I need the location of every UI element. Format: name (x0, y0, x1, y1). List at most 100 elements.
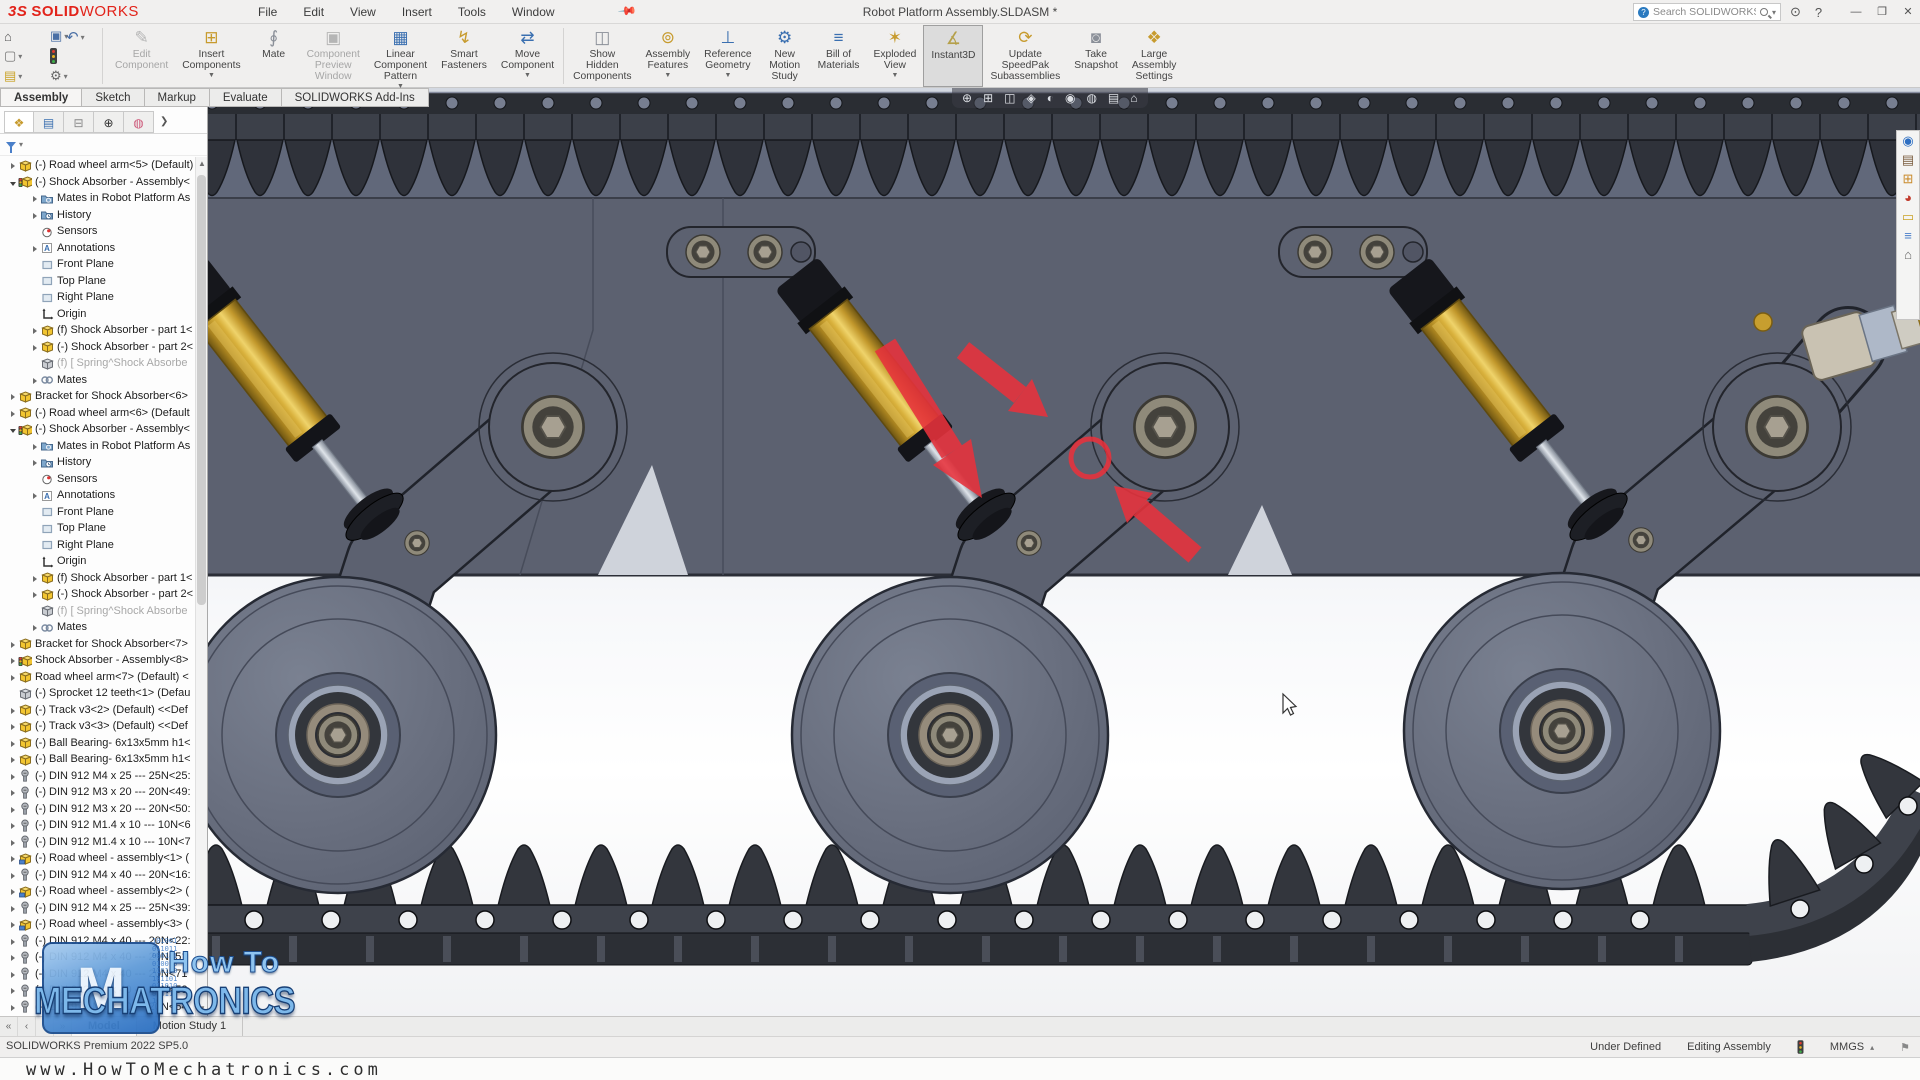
tree-item[interactable]: (-) DIN 912 M4 x 40 --- 20N<16: (0, 867, 195, 884)
tree-item[interactable]: (-) DIN 912 M1.4 x 10 --- 10N<6 (0, 817, 195, 834)
tree-item[interactable]: (-) Road wheel - assembly<3> ( (0, 916, 195, 933)
view-orientation-icon[interactable]: ◈ (1026, 88, 1035, 108)
dropdown-caret-icon[interactable]: ▼ (891, 72, 898, 79)
assembly-features-button[interactable]: ⊚Assembly Features▼ (639, 25, 698, 87)
update-speedpak-button[interactable]: ⟳Update SpeedPak Subassemblies (983, 25, 1067, 87)
expander-icon[interactable] (8, 867, 18, 884)
expander-icon[interactable] (30, 487, 40, 504)
tab-sketch[interactable]: Sketch (82, 88, 144, 107)
tree-item[interactable]: (-) Track v3<3> (Default) <<Def (0, 718, 195, 735)
take-snapshot-button[interactable]: ◙Take Snapshot (1067, 25, 1125, 87)
appearances-scenes-icon[interactable]: ◕ (1904, 190, 1912, 206)
expander-icon[interactable] (8, 702, 18, 719)
tab-assembly[interactable]: Assembly (0, 88, 82, 107)
expander-icon[interactable] (8, 916, 18, 933)
tree-item[interactable]: Mates in Robot Platform As (0, 438, 195, 455)
zoom-fit-icon[interactable]: ⊕ (962, 88, 972, 108)
displaymanager-tab[interactable]: ◍ (124, 111, 154, 133)
menu-edit[interactable]: Edit (303, 5, 324, 19)
home-button[interactable]: ⌂ (4, 29, 50, 44)
tree-item[interactable]: History (0, 454, 195, 471)
tree-item[interactable]: (-) Ball Bearing- 6x13x5mm h1< (0, 751, 195, 768)
expander-icon[interactable] (8, 718, 18, 735)
tree-item[interactable]: Top Plane (0, 520, 195, 537)
expander-icon[interactable] (30, 438, 40, 455)
tree-item[interactable]: Sensors (0, 223, 195, 240)
expander-icon[interactable] (8, 883, 18, 900)
tree-item[interactable]: (-) DIN 912 M3 x 20 --- 20N<49: (0, 784, 195, 801)
tree-item[interactable]: Sensors (0, 471, 195, 488)
expander-icon[interactable] (30, 454, 40, 471)
tree-item[interactable]: (f) [ Spring^Shock Absorbe (0, 355, 195, 372)
filter-icon[interactable] (6, 142, 16, 148)
new-document-button[interactable]: ▢▾ (4, 48, 50, 64)
dropdown-caret-icon[interactable]: ▼ (724, 72, 731, 79)
rebuild-button[interactable] (50, 48, 100, 64)
instant3d-button[interactable]: ∡Instant3D (923, 25, 983, 87)
options-button[interactable]: ⚙▾ (50, 68, 100, 84)
tree-scrollbar[interactable]: ▲ ▼ (195, 157, 207, 1016)
edit-appearance-icon[interactable]: ◍ (1086, 88, 1096, 108)
tree-item[interactable]: History (0, 207, 195, 224)
expander-icon[interactable] (8, 636, 18, 653)
tree-item[interactable]: (-) Sprocket 12 teeth<1> (Defau (0, 685, 195, 702)
tab-solidworks-add-ins[interactable]: SOLIDWORKS Add-Ins (282, 88, 429, 107)
tree-item[interactable]: Right Plane (0, 289, 195, 306)
expander-icon[interactable] (8, 784, 18, 801)
tree-item[interactable]: Bracket for Shock Absorber<6> (0, 388, 195, 405)
expander-icon[interactable] (8, 735, 18, 752)
expander-icon[interactable] (8, 966, 18, 983)
expander-icon[interactable] (30, 207, 40, 224)
model-tab-nav-1-icon[interactable]: ‹ (18, 1017, 36, 1036)
expander-icon[interactable] (8, 157, 18, 174)
tree-item[interactable]: (-) Shock Absorber - Assembly< (0, 421, 195, 438)
viewport-3d[interactable] (0, 88, 1920, 1036)
apply-scene-icon[interactable]: ▤ (1108, 88, 1119, 108)
expander-icon[interactable] (8, 669, 18, 686)
filter-caret-icon[interactable]: ▾ (19, 140, 23, 149)
tree-item[interactable]: (f) [ Spring^Shock Absorbe (0, 603, 195, 620)
view-settings-icon[interactable]: ⌂ (1130, 88, 1137, 108)
show-hidden-components-button[interactable]: ◫Show Hidden Components (566, 25, 638, 87)
expander-icon[interactable] (8, 421, 18, 438)
menu-file[interactable]: File (258, 5, 277, 19)
expander-icon[interactable] (8, 768, 18, 785)
tree-item[interactable]: (-) DIN 912 M4 x 40 --- 20N<22: (0, 933, 195, 950)
tree-item[interactable]: (-) DIN 912 M1.4 x 10 --- 10N<7 (0, 834, 195, 851)
expander-icon[interactable] (8, 801, 18, 818)
expander-icon[interactable] (8, 174, 18, 191)
panel-tabs-overflow-icon[interactable]: ❯ (160, 116, 168, 127)
tree-item[interactable]: Bracket for Shock Absorber<7> (0, 636, 195, 653)
tree-item[interactable]: Road wheel arm<7> (Default) < (0, 669, 195, 686)
dropdown-caret-icon[interactable]: ▼ (524, 72, 531, 79)
design-library-icon[interactable]: ▤ (1902, 152, 1914, 168)
expander-icon[interactable] (8, 900, 18, 917)
minimize-button[interactable]: — (1843, 0, 1869, 24)
dimxpertmanager-tab[interactable]: ⊕ (94, 111, 124, 133)
section-view-icon[interactable]: ◫ (1004, 88, 1015, 108)
expander-icon[interactable] (30, 586, 40, 603)
expander-icon[interactable] (30, 619, 40, 636)
tree-item[interactable]: (f) Shock Absorber - part 1< (0, 570, 195, 587)
tree-item[interactable]: AAnnotations (0, 487, 195, 504)
tag-icon[interactable]: ⚑ (1900, 1041, 1910, 1054)
expander-icon[interactable] (30, 190, 40, 207)
tree-item[interactable]: (-) Road wheel - assembly<1> ( (0, 850, 195, 867)
model-tab-nav-0-icon[interactable]: « (0, 1017, 18, 1036)
tree-item[interactable]: Origin (0, 553, 195, 570)
search-icon[interactable] (1760, 8, 1768, 16)
large-assembly-settings-button[interactable]: ❖Large Assembly Settings (1125, 25, 1184, 87)
tree-item[interactable]: (-) DIN 912 M4 x 40 --- 20N<71 (0, 966, 195, 983)
model-tab-nav-3-icon[interactable]: » (54, 1017, 72, 1036)
tree-item[interactable]: Mates (0, 372, 195, 389)
close-button[interactable]: ✕ (1895, 0, 1920, 24)
expander-icon[interactable] (8, 652, 18, 669)
bill-of-materials-button[interactable]: ≡Bill of Materials (811, 25, 867, 87)
tree-item[interactable]: (-) Shock Absorber - part 2< (0, 586, 195, 603)
expander-icon[interactable] (8, 817, 18, 834)
edit-component-button[interactable]: ✎Edit Component (108, 25, 175, 87)
expander-icon[interactable] (30, 240, 40, 257)
component-preview-window-button[interactable]: ▣Component Preview Window (300, 25, 367, 87)
tab-evaluate[interactable]: Evaluate (210, 88, 282, 107)
restore-button[interactable]: ❐ (1869, 0, 1895, 24)
